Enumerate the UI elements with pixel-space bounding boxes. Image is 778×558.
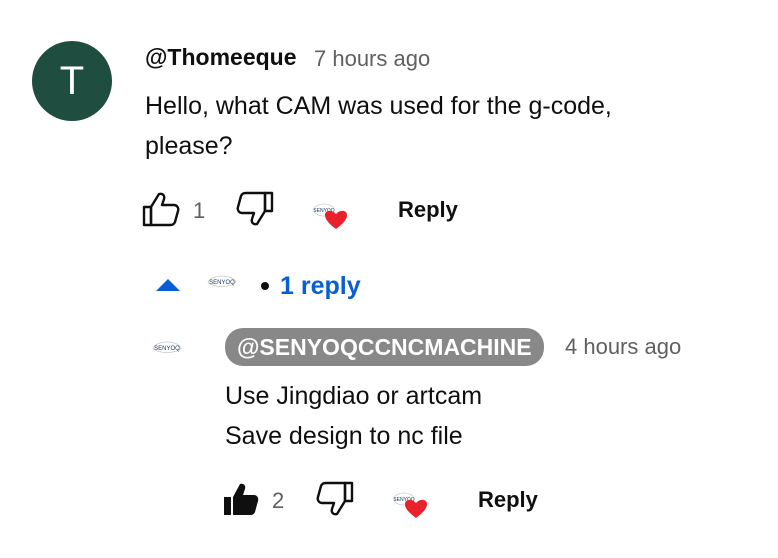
thumbs-down-icon[interactable] [236,191,274,227]
avatar[interactable]: T [32,41,112,121]
thumbs-up-filled-icon[interactable] [222,481,260,517]
creator-heart-icon: SENYOQ [392,488,432,524]
replies-toggle-link[interactable]: 1 reply [280,272,361,301]
comment-time[interactable]: 7 hours ago [314,46,430,72]
reply-author-badge[interactable]: @SENYOQCCNCMACHINE [225,328,544,366]
svg-text:SENYOQ: SENYOQ [209,280,235,286]
caret-up-icon[interactable] [155,278,181,292]
reply-author: @SENYOQCCNCMACHINE [237,333,532,360]
separator-dot [261,282,269,290]
avatar-letter: T [59,58,85,103]
like-count: 1 [193,198,206,223]
reply-button[interactable]: Reply [398,197,458,223]
reply-time[interactable]: 4 hours ago [565,334,681,360]
reply-text-line-2: Save design to nc file [225,422,463,450]
reply-like-count: 2 [272,488,285,513]
reply-reply-button[interactable]: Reply [478,487,538,513]
thumbs-down-icon[interactable] [316,481,354,517]
creator-heart-icon: SENYOQ [312,199,352,235]
reply-avatar[interactable]: SENYOQ [149,330,185,366]
svg-text:SENYOQ: SENYOQ [154,346,180,352]
comment-author[interactable]: @Thomeeque [145,44,297,71]
thumbs-up-icon[interactable] [142,191,180,227]
channel-logo: SENYOQ [204,264,240,300]
comment-text-line-2: please? [145,132,233,160]
